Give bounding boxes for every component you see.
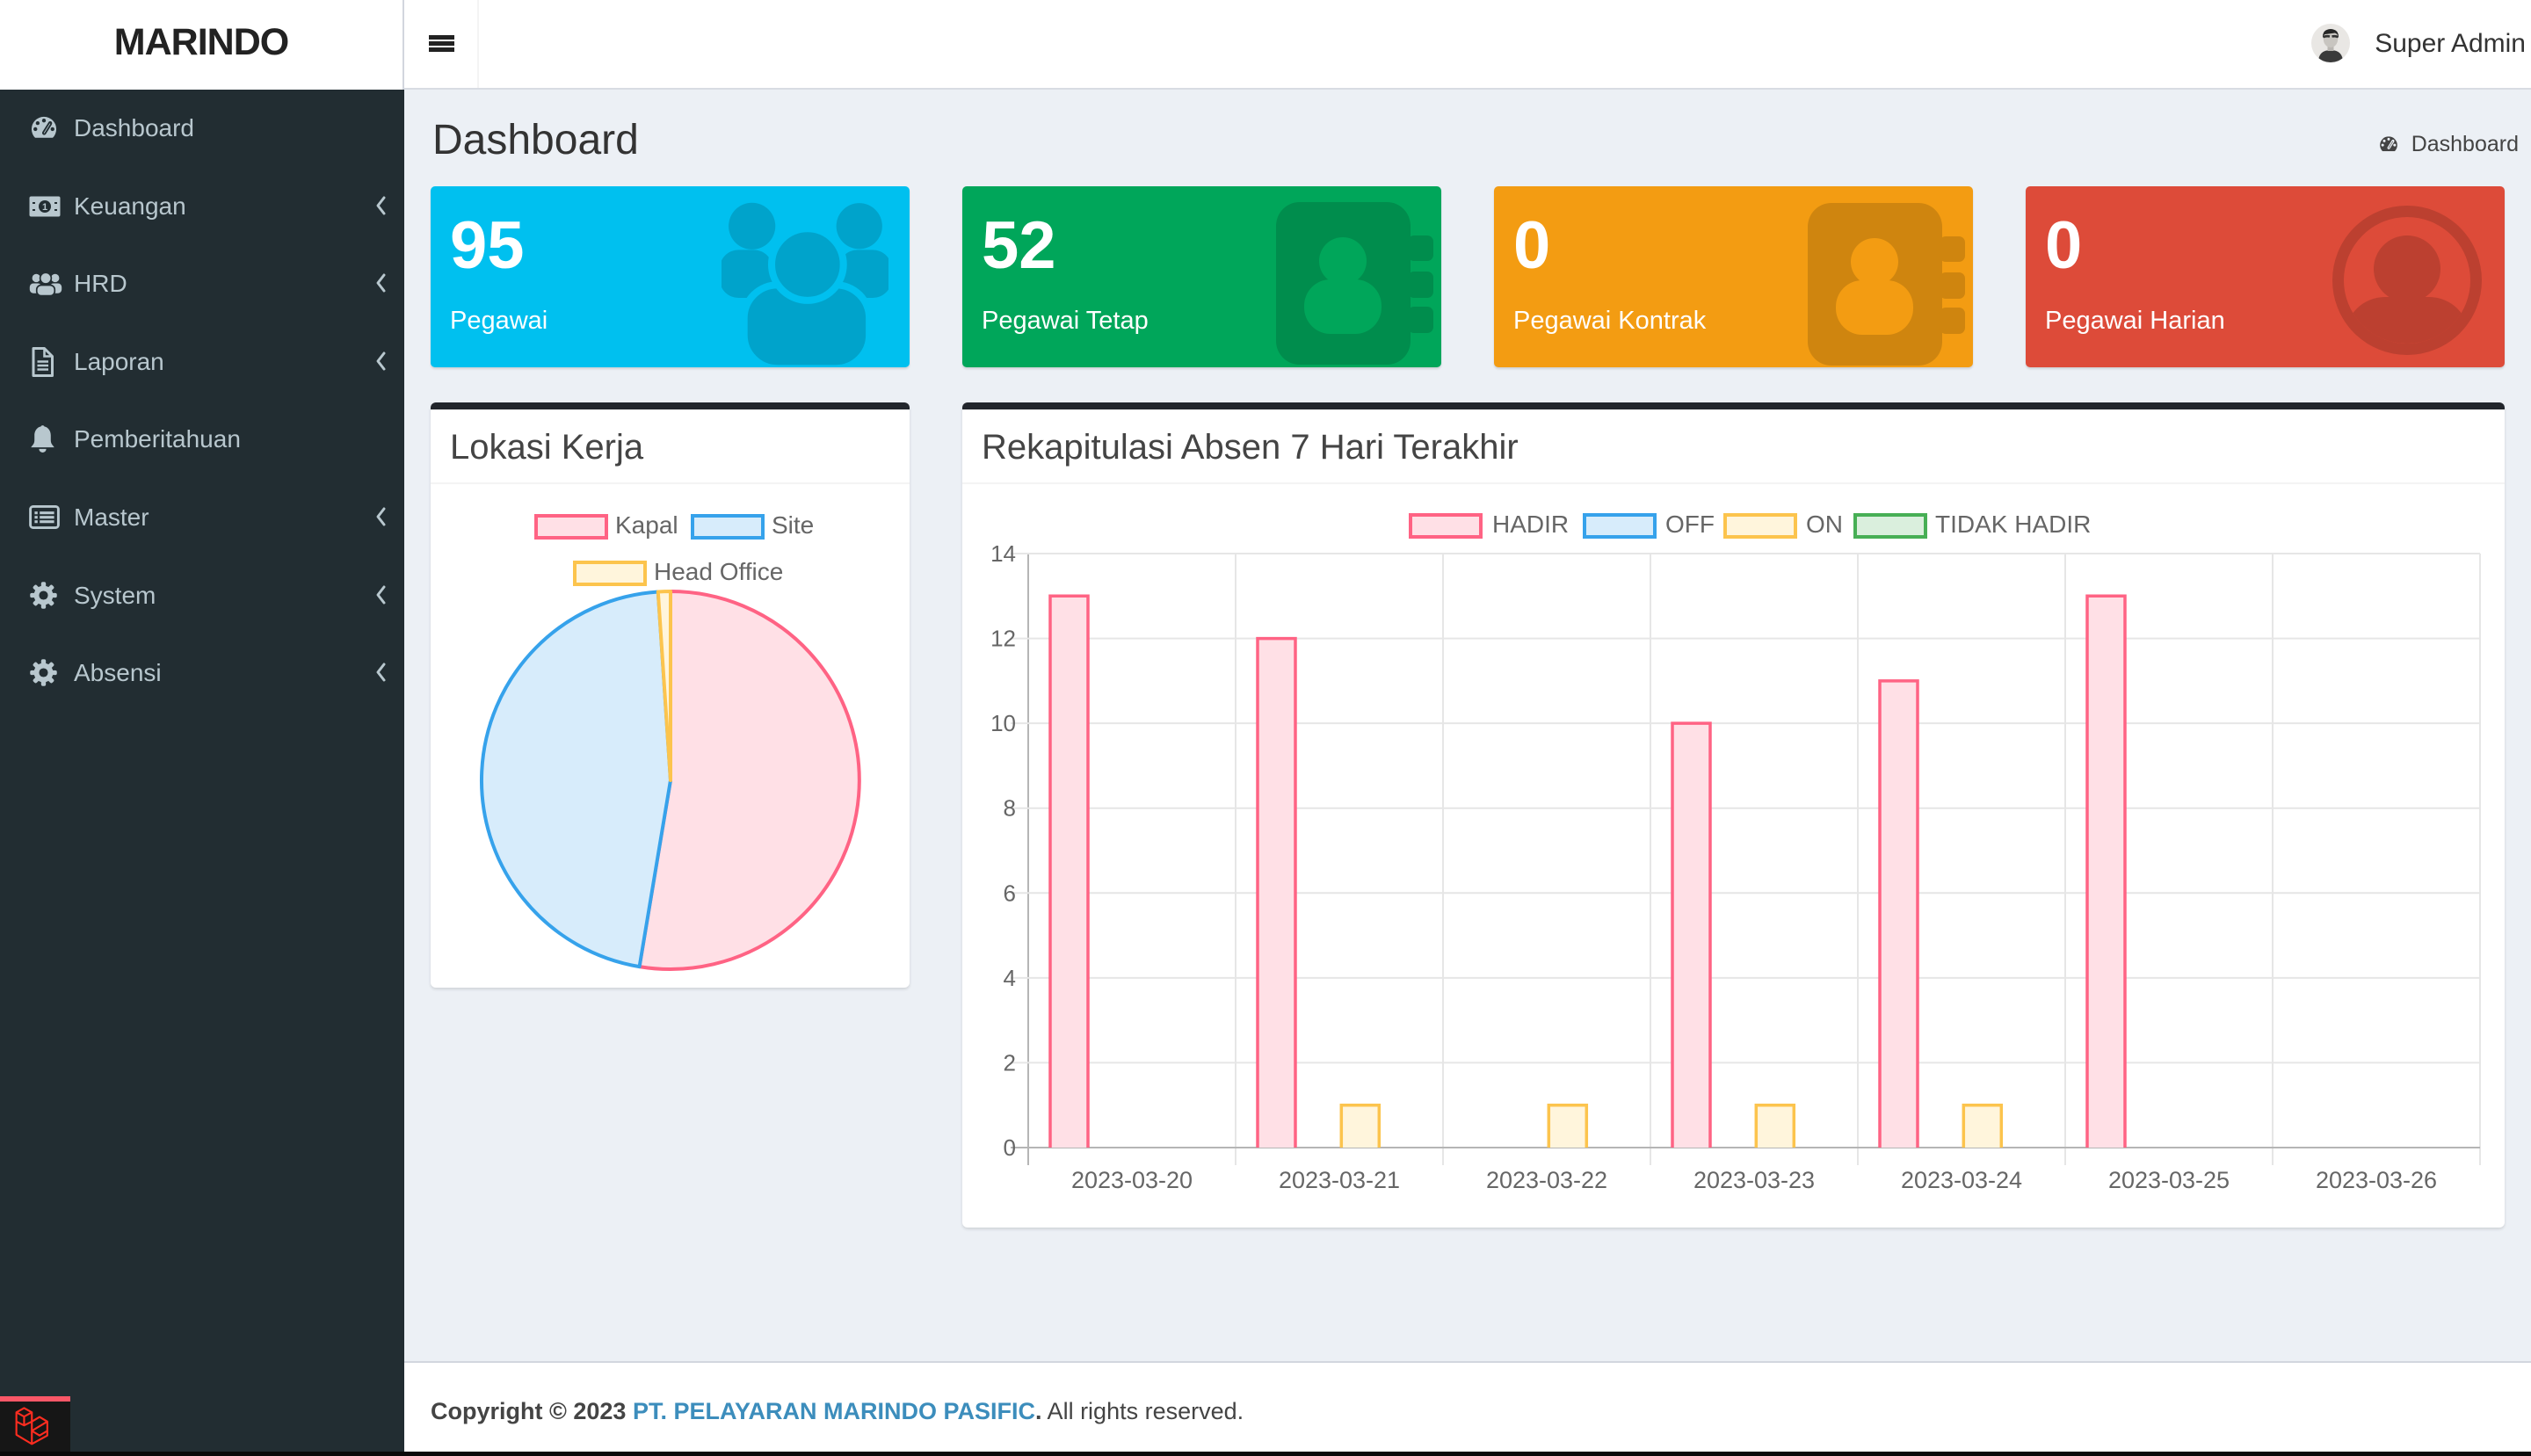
svg-text:2023-03-20: 2023-03-20 bbox=[1071, 1167, 1193, 1193]
svg-text:2023-03-26: 2023-03-26 bbox=[2316, 1167, 2437, 1193]
svg-text:2023-03-25: 2023-03-25 bbox=[2108, 1167, 2230, 1193]
svg-text:2023-03-21: 2023-03-21 bbox=[1279, 1167, 1400, 1193]
svg-text:2023-03-22: 2023-03-22 bbox=[1486, 1167, 1607, 1193]
svg-text:10: 10 bbox=[990, 710, 1016, 736]
svg-text:8: 8 bbox=[1004, 795, 1016, 822]
svg-text:1: 1 bbox=[42, 202, 47, 213]
svg-text:2023-03-23: 2023-03-23 bbox=[1693, 1167, 1815, 1193]
svg-text:2: 2 bbox=[1004, 1049, 1016, 1076]
svg-text:4: 4 bbox=[1004, 965, 1016, 991]
svg-text:6: 6 bbox=[1004, 880, 1016, 906]
svg-text:14: 14 bbox=[990, 540, 1016, 567]
svg-text:2023-03-24: 2023-03-24 bbox=[1901, 1167, 2022, 1193]
svg-text:12: 12 bbox=[990, 626, 1016, 652]
svg-text:0: 0 bbox=[1004, 1134, 1016, 1161]
